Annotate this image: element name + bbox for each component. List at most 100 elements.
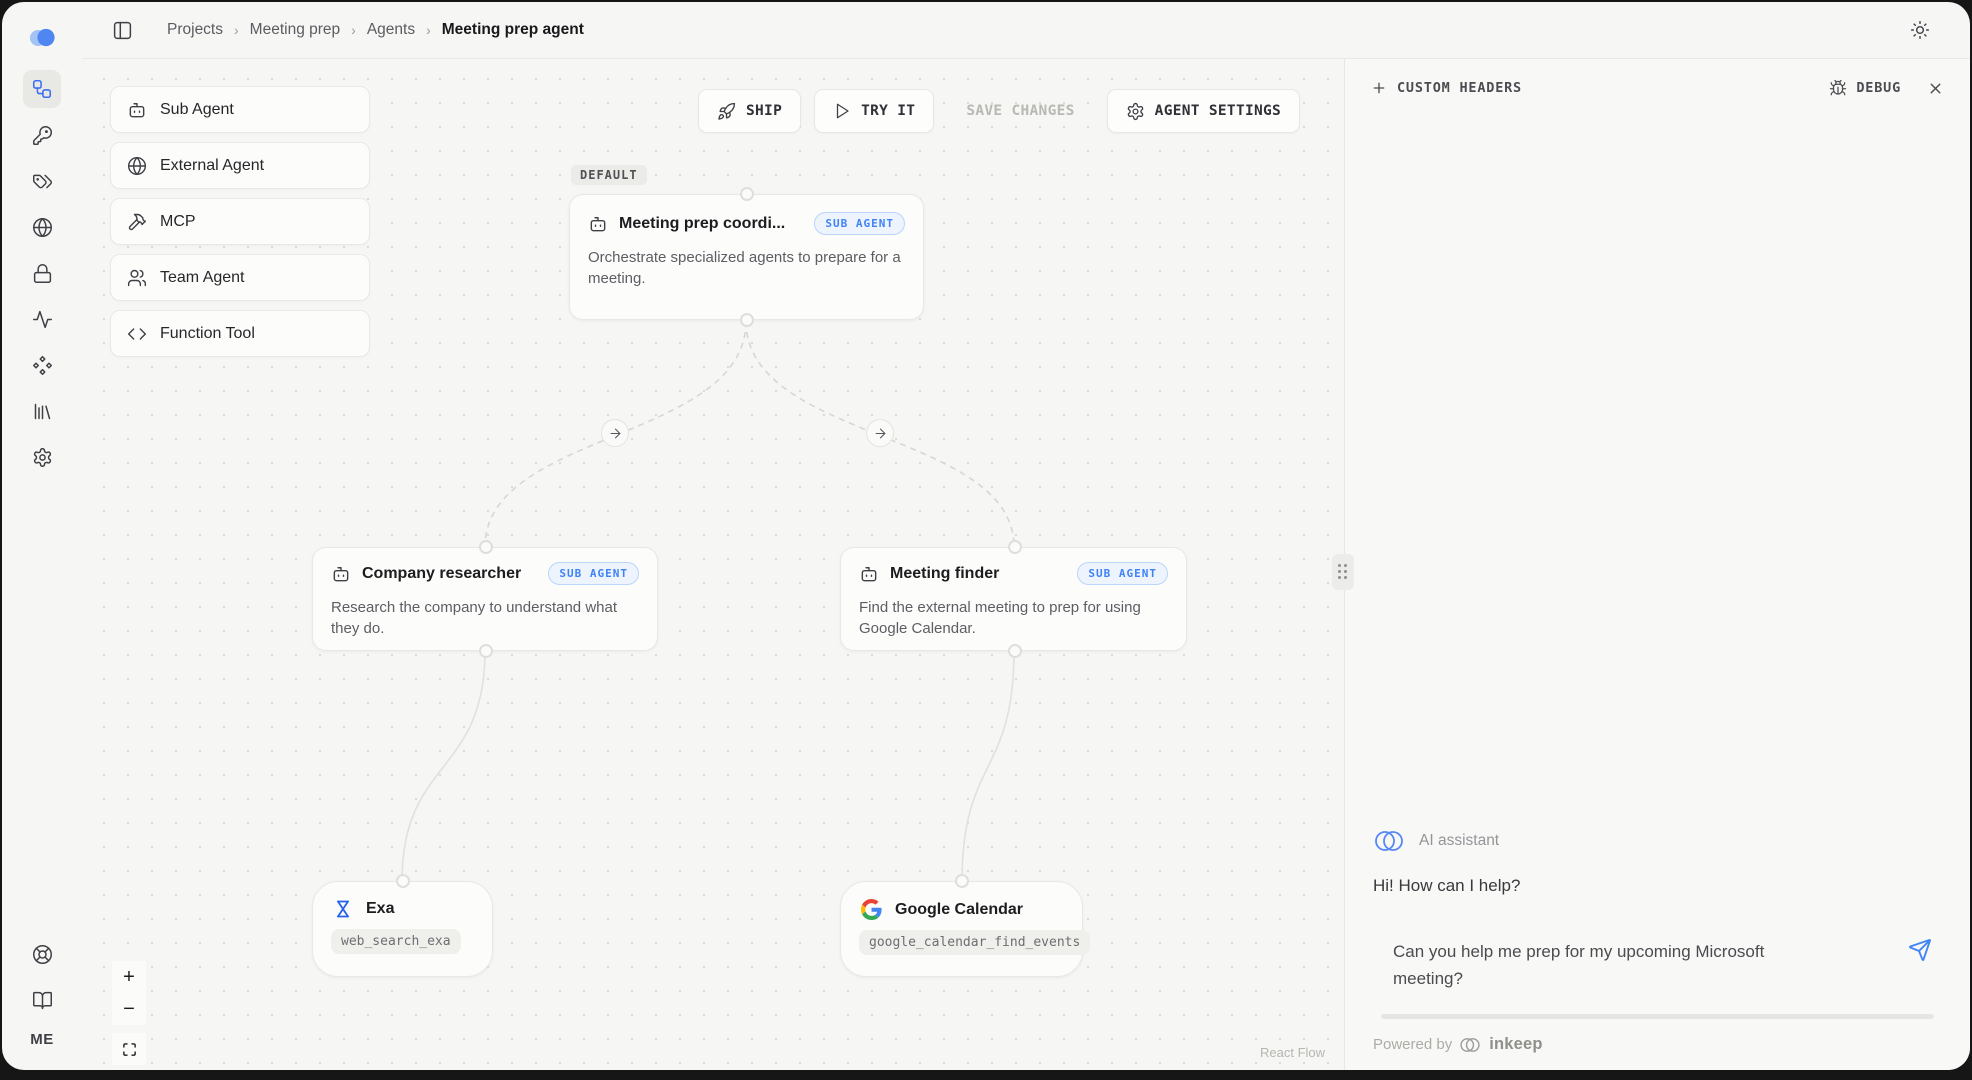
inkeep-brand-label[interactable]: inkeep [1489, 1035, 1542, 1054]
user-avatar[interactable]: ME [30, 1031, 54, 1048]
assistant-name: AI assistant [1419, 832, 1499, 850]
node-handle-top[interactable] [396, 874, 410, 888]
nav-settings-icon[interactable] [23, 438, 61, 476]
theme-toggle-sun-icon[interactable] [1910, 20, 1930, 40]
inkeep-footer-logo [1459, 1036, 1481, 1054]
node-title: Google Calendar [895, 901, 1023, 919]
palette-item-sub-agent[interactable]: Sub Agent [110, 86, 370, 133]
left-rail: ME [2, 2, 82, 1070]
assistant-header: AI assistant [1373, 828, 1942, 854]
nav-tags-icon[interactable] [23, 162, 61, 200]
palette-item-function-tool[interactable]: Function Tool [110, 310, 370, 357]
panel-resize-handle[interactable] [1332, 554, 1354, 590]
save-changes-button[interactable]: SAVE CHANGES [947, 89, 1093, 133]
inkeep-assistant-logo [1373, 828, 1405, 854]
nav-lock-icon[interactable] [23, 254, 61, 292]
tool-name-pill: web_search_exa [331, 929, 461, 954]
try-it-button-label: TRY IT [861, 103, 915, 119]
zoom-controls: + − [112, 961, 146, 1065]
palette-item-label: Function Tool [160, 325, 255, 343]
node-exa-tool[interactable]: Exa web_search_exa [312, 881, 493, 977]
try-it-button[interactable]: TRY IT [814, 89, 934, 133]
breadcrumb-separator: › [351, 22, 356, 38]
node-handle-top[interactable] [479, 540, 493, 554]
bot-icon [331, 564, 351, 584]
zoom-in-button[interactable]: + [112, 961, 146, 993]
chat-input-value[interactable]: Can you help me prep for my upcoming Mic… [1393, 938, 1833, 992]
palette-item-team-agent[interactable]: Team Agent [110, 254, 370, 301]
nav-components-icon[interactable] [23, 346, 61, 384]
breadcrumb-agents[interactable]: Agents [367, 21, 415, 39]
sub-agent-badge: SUB AGENT [814, 212, 905, 235]
node-google-calendar-tool[interactable]: Google Calendar google_calendar_find_eve… [840, 881, 1083, 977]
bug-icon [1829, 79, 1847, 97]
node-palette: Sub Agent External Agent MCP Team Agent … [110, 86, 370, 357]
globe-icon [127, 156, 147, 176]
app-window: ME Projects › Meeting prep › Agents › Me… [2, 2, 1970, 1070]
debug-button[interactable]: DEBUG [1829, 79, 1901, 97]
palette-item-external-agent[interactable]: External Agent [110, 142, 370, 189]
bot-icon [588, 214, 608, 234]
flow-canvas[interactable]: Sub Agent External Agent MCP Team Agent … [82, 59, 1344, 1070]
send-icon [1908, 938, 1932, 962]
palette-item-mcp[interactable]: MCP [110, 198, 370, 245]
nav-library-icon[interactable] [23, 392, 61, 430]
zoom-out-button[interactable]: − [112, 993, 146, 1025]
node-handle-top[interactable] [740, 187, 754, 201]
node-handle-bottom[interactable] [1008, 644, 1022, 658]
breadcrumb-projects[interactable]: Projects [167, 21, 223, 39]
custom-headers-button[interactable]: CUSTOM HEADERS [1371, 80, 1522, 96]
breadcrumb-separator: › [234, 22, 239, 38]
nav-key-icon[interactable] [23, 116, 61, 154]
docs-book-icon[interactable] [23, 981, 61, 1019]
nav-activity-icon[interactable] [23, 300, 61, 338]
sub-agent-badge: SUB AGENT [548, 562, 639, 585]
google-logo [861, 899, 882, 920]
react-flow-attribution: React Flow [1260, 1045, 1325, 1060]
tool-name-pill: google_calendar_find_events [859, 930, 1090, 955]
maximize-icon [122, 1042, 137, 1057]
hammer-icon [127, 212, 147, 232]
try-it-panel: CUSTOM HEADERS DEBUG AI assistant Hi! Ho… [1344, 59, 1970, 1070]
ship-button-label: SHIP [746, 103, 782, 119]
breadcrumb-separator: › [426, 22, 431, 38]
ship-button[interactable]: SHIP [698, 89, 801, 133]
node-handle-top[interactable] [1008, 540, 1022, 554]
rocket-icon [717, 102, 736, 121]
breadcrumb-current-page: Meeting prep agent [442, 21, 584, 39]
code-icon [127, 324, 147, 344]
custom-headers-label: CUSTOM HEADERS [1397, 80, 1522, 96]
node-handle-top[interactable] [955, 874, 969, 888]
users-icon [127, 268, 147, 288]
edge-transfer-label[interactable] [601, 419, 629, 447]
canvas-toolbar: SHIP TRY IT SAVE CHANGES AGENT SETTINGS [698, 89, 1300, 133]
send-button[interactable] [1908, 938, 1932, 962]
grip-dots [1338, 564, 1348, 580]
chat-divider [1381, 1014, 1934, 1019]
edge-transfer-label[interactable] [866, 419, 894, 447]
help-lifebuoy-icon[interactable] [23, 935, 61, 973]
powered-by-footer: Powered by inkeep [1373, 1035, 1942, 1054]
node-handle-bottom[interactable] [479, 644, 493, 658]
chat-input[interactable]: Can you help me prep for my upcoming Mic… [1373, 924, 1942, 1010]
node-description: Orchestrate specialized agents to prepar… [570, 241, 923, 306]
close-panel-icon[interactable] [1927, 80, 1944, 97]
node-meeting-finder[interactable]: Meeting finder SUB AGENT Find the extern… [840, 547, 1187, 651]
palette-item-label: Sub Agent [160, 101, 234, 119]
top-header: Projects › Meeting prep › Agents › Meeti… [82, 2, 1970, 59]
fit-view-button[interactable] [112, 1033, 146, 1065]
assistant-chat: AI assistant Hi! How can I help? Can you… [1345, 828, 1970, 1070]
nav-graph-icon[interactable] [23, 70, 61, 108]
agent-settings-button[interactable]: AGENT SETTINGS [1107, 89, 1300, 133]
nav-globe-icon[interactable] [23, 208, 61, 246]
sidebar-toggle-icon[interactable] [112, 20, 133, 41]
breadcrumb-meeting-prep[interactable]: Meeting prep [250, 21, 340, 39]
node-handle-bottom[interactable] [740, 313, 754, 327]
default-agent-badge: DEFAULT [571, 165, 647, 185]
gear-icon [1126, 102, 1145, 121]
node-title: Exa [366, 900, 394, 918]
powered-by-label: Powered by [1373, 1036, 1452, 1053]
node-company-researcher[interactable]: Company researcher SUB AGENT Research th… [312, 547, 658, 651]
node-meeting-prep-coordinator[interactable]: Meeting prep coordi... SUB AGENT Orchest… [569, 194, 924, 320]
bot-icon [127, 100, 147, 120]
